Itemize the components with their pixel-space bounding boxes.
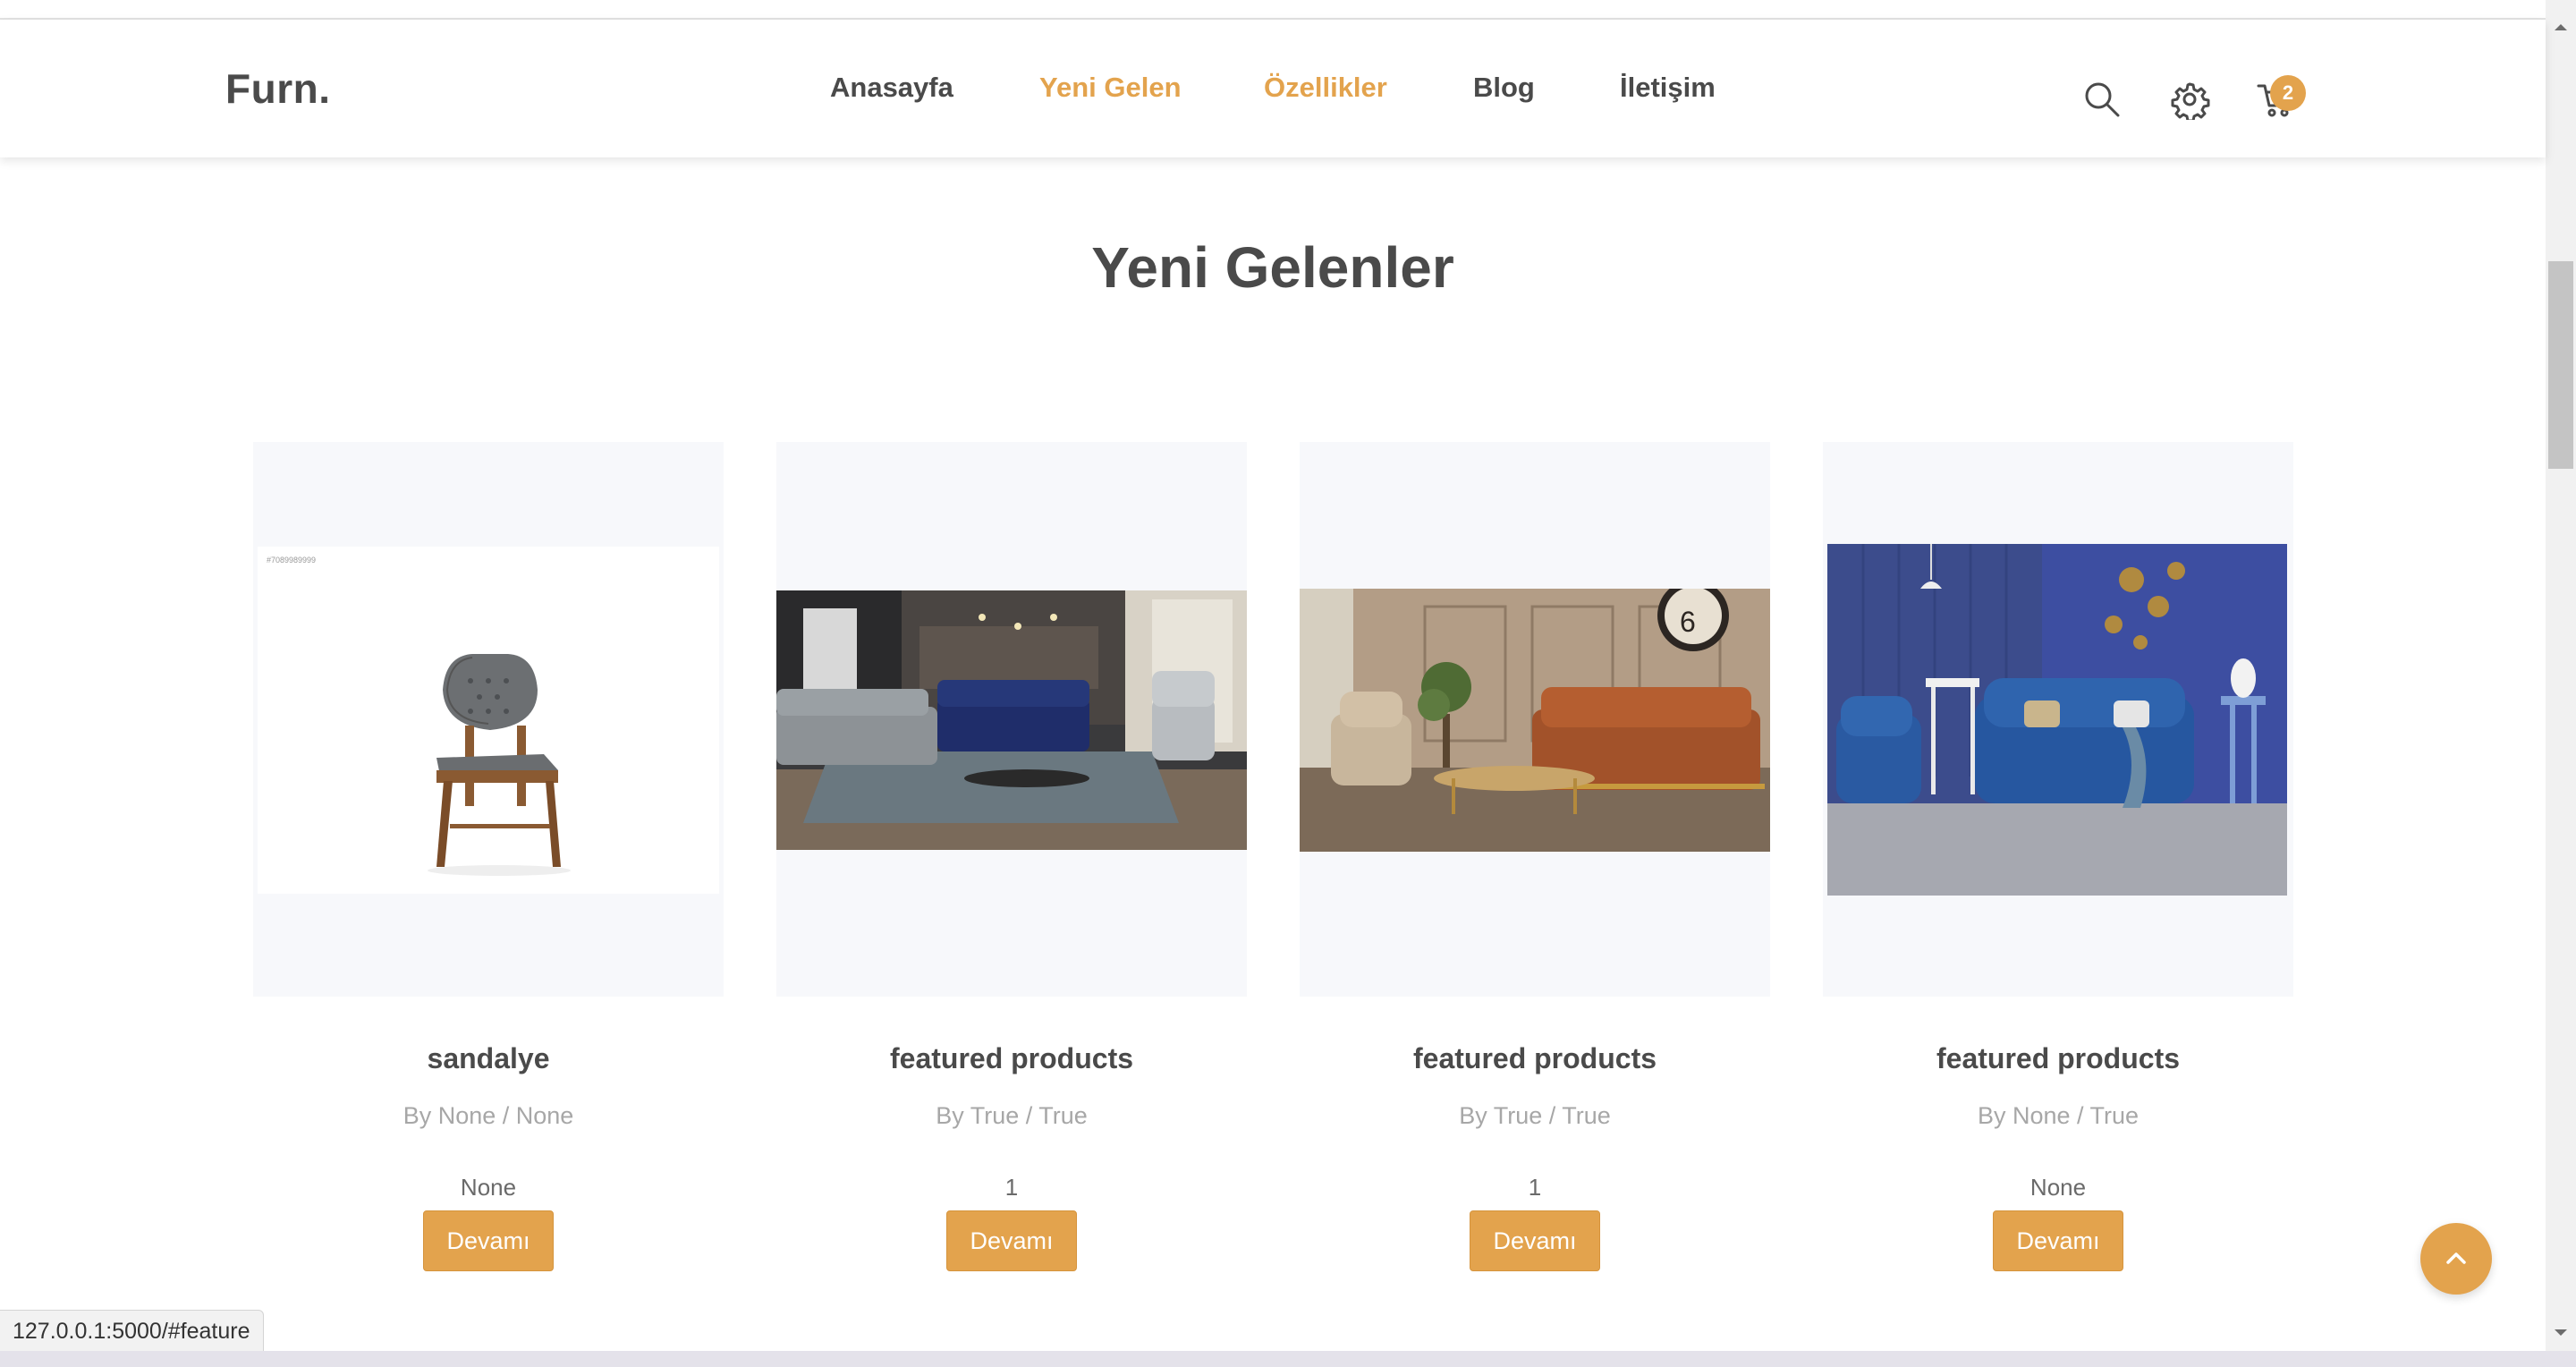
section-title: Yeni Gelenler	[1091, 235, 1454, 300]
product-price: None	[2029, 1174, 2087, 1201]
product-meta: By None / None	[402, 1102, 574, 1129]
devami-button[interactable]: Devamı	[1470, 1210, 1600, 1271]
search-icon[interactable]	[2081, 79, 2123, 120]
cart-count-badge: 2	[2270, 75, 2306, 111]
product-price: 1	[1004, 1174, 1019, 1201]
image-label: #7089989999	[267, 556, 316, 565]
devami-button[interactable]: Devamı	[423, 1210, 554, 1271]
product-price: None	[460, 1174, 517, 1201]
devami-button[interactable]: Devamı	[1993, 1210, 2123, 1271]
back-to-top-button[interactable]	[2420, 1223, 2492, 1295]
product-title[interactable]: featured products	[1300, 1042, 1770, 1075]
scrollbar-track[interactable]	[2546, 0, 2576, 1351]
nav-iletisim[interactable]: İletişim	[1620, 72, 1716, 104]
page: Furn. Anasayfa Yeni Gelen Özellikler Blo…	[0, 0, 2576, 1367]
chair-image[interactable]: #7089989999	[258, 547, 719, 894]
status-bar-url: 127.0.0.1:5000/#feature	[0, 1310, 264, 1353]
classic-orange-sofa-image[interactable]: 6	[1300, 589, 1770, 852]
chevron-up-icon	[2446, 1252, 2466, 1264]
product-meta: By None / True	[1977, 1102, 2140, 1129]
scroll-down-arrow-icon[interactable]	[2553, 1328, 2569, 1338]
site-logo[interactable]: Furn.	[225, 64, 330, 113]
product-meta: By True / True	[936, 1102, 1088, 1129]
scrollbar-thumb[interactable]	[2548, 261, 2573, 469]
browser-top-border	[0, 0, 2546, 20]
product-meta: By True / True	[1459, 1102, 1611, 1129]
taskbar	[0, 1351, 2576, 1367]
product-title[interactable]: featured products	[1823, 1042, 2293, 1075]
living-room-blue-sofa-image[interactable]	[776, 590, 1247, 850]
nav-blog[interactable]: Blog	[1473, 72, 1535, 104]
nav-ozellikler[interactable]: Özellikler	[1264, 72, 1387, 104]
site-header: Furn. Anasayfa Yeni Gelen Özellikler Blo…	[0, 20, 2546, 157]
product-price: 1	[1528, 1174, 1542, 1201]
gear-icon[interactable]	[2169, 79, 2210, 120]
devami-button[interactable]: Devamı	[946, 1210, 1077, 1271]
nav-anasayfa[interactable]: Anasayfa	[830, 72, 953, 104]
product-title[interactable]: sandalye	[253, 1042, 724, 1075]
product-title[interactable]: featured products	[776, 1042, 1247, 1075]
svg-text:6: 6	[1680, 606, 1696, 638]
nav-yeni-gelen[interactable]: Yeni Gelen	[1039, 72, 1182, 104]
scroll-up-arrow-icon[interactable]	[2553, 21, 2569, 32]
blue-chesterfield-sofa-image[interactable]	[1827, 544, 2287, 896]
